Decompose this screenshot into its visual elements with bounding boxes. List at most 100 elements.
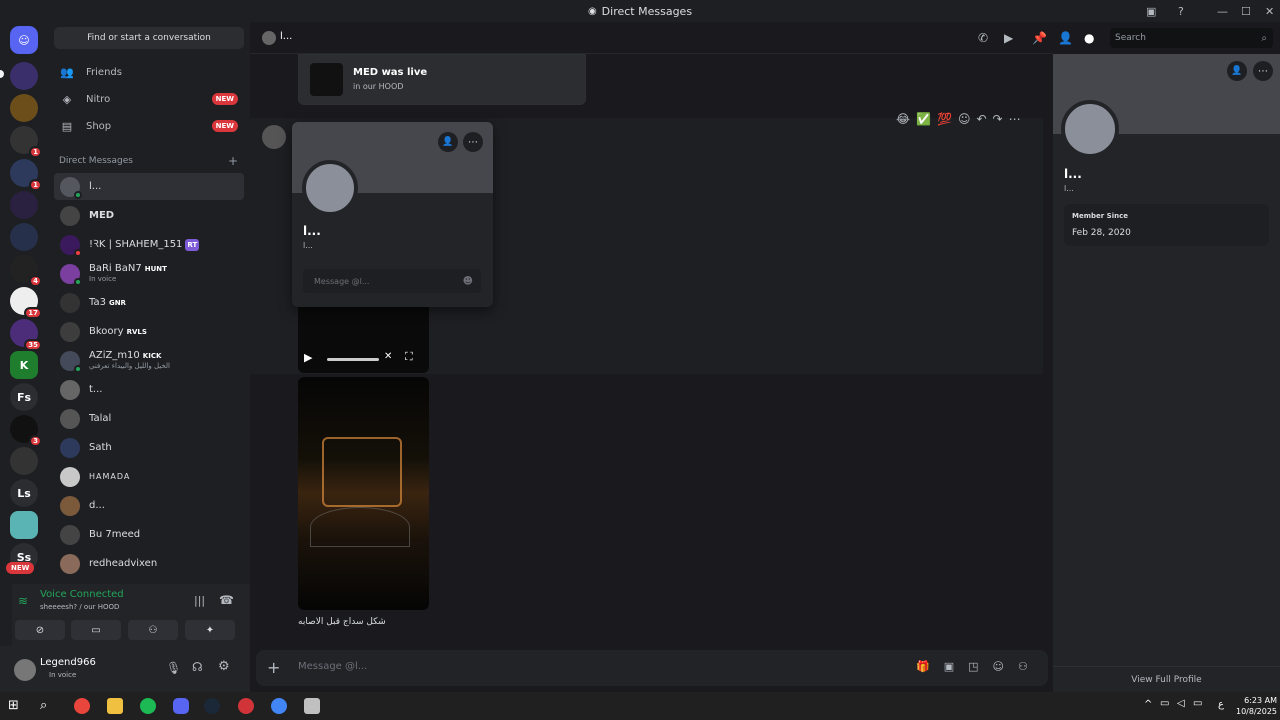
minimize-button[interactable]: — [1217,0,1228,22]
kick-server-icon[interactable]: K [10,351,38,379]
forward-icon[interactable]: ↷ [993,112,1003,126]
nav-shop[interactable]: ▤ Shop NEW [54,114,244,138]
search-input[interactable]: Search ⌕ [1110,28,1273,48]
server-icon[interactable] [10,191,38,219]
server-icon[interactable]: Ls [10,479,38,507]
dm-item[interactable]: t... [54,376,244,403]
seek-bar[interactable] [327,358,379,361]
help-icon[interactable]: ? [1178,0,1184,22]
profile-avatar[interactable] [1061,100,1119,158]
emoji-icon[interactable]: ☻ [463,276,473,287]
create-dm-icon[interactable]: + [228,154,238,168]
popout-message-input[interactable]: Message @l... ☻ [303,269,481,293]
clock[interactable]: 6:23 AM 10/8/2025 [1236,695,1277,717]
screenshare-button[interactable]: ▭ [71,620,121,640]
steam-icon[interactable] [204,698,220,714]
dm-item[interactable]: l... [54,173,244,200]
more-icon[interactable]: ⋯ [463,132,483,152]
volume-icon[interactable]: ◁ [1177,698,1185,709]
message-avatar[interactable] [262,125,286,149]
attach-plus-icon[interactable]: + [267,658,280,677]
dm-item[interactable]: BaRi BaN7 HUNT In voice [54,260,244,287]
image-attachment[interactable] [298,377,429,610]
disconnect-icon[interactable]: ☎ [219,593,234,607]
server-icon[interactable]: 4 [10,255,42,287]
view-full-profile-link[interactable]: View Full Profile [1053,666,1280,692]
gif-icon[interactable]: ▣ [944,660,954,673]
server-icon[interactable] [10,94,38,122]
spotify-icon[interactable] [140,698,156,714]
server-icon[interactable]: 3 [10,415,42,447]
emoji-icon[interactable]: ☺ [993,660,1004,673]
network-icon[interactable]: ▭ [1160,698,1169,709]
video-attachment[interactable]: ▶ ✕ ⛶ [298,307,429,373]
reaction-laugh-icon[interactable]: 😂 [896,112,910,126]
dm-item[interactable]: d... [54,492,244,519]
live-card[interactable]: MED was live in our HOOD [298,54,586,105]
apps-icon[interactable]: ⚇ [1018,660,1028,673]
server-icon[interactable] [10,62,38,90]
server-icon[interactable] [10,447,38,475]
video-call-icon[interactable]: ▶ [1004,31,1013,45]
activity-button[interactable]: ⚇ [128,620,178,640]
dm-item[interactable]: Bkoory RVLS [54,318,244,345]
dm-item[interactable]: Talal [54,405,244,432]
fullscreen-icon[interactable]: ⛶ [405,350,413,364]
server-icon[interactable]: 1 [10,126,42,158]
server-icon[interactable]: 35 [10,319,42,351]
mute-icon[interactable]: ✕ [384,351,392,362]
language-indicator[interactable]: ع [1218,699,1224,710]
add-friend-icon[interactable]: 👤 [1227,61,1247,81]
chrome-icon[interactable] [271,698,287,714]
dm-item[interactable]: MED [54,202,244,229]
sticker-icon[interactable]: ◳ [968,660,978,673]
nav-nitro[interactable]: ◈ Nitro NEW [54,87,244,111]
voice-channel[interactable]: sheeeesh? / our HOOD [40,603,119,611]
file-explorer-icon[interactable] [107,698,123,714]
headphones-icon[interactable]: ☊ [192,660,203,674]
server-icon[interactable] [10,511,38,539]
dm-item[interactable]: HAMADA [54,463,244,490]
header-name[interactable]: l... [280,31,292,42]
noise-suppression-icon[interactable]: ||| [194,594,205,607]
server-icon[interactable]: Fs [10,383,38,411]
settings-gear-icon[interactable]: ⚙ [218,659,230,674]
soundboard-button[interactable]: ✦ [185,620,235,640]
popout-avatar[interactable] [302,160,358,216]
inbox-icon[interactable]: ▣ [1146,0,1156,22]
server-icon[interactable]: 17 [10,287,42,319]
dm-item[interactable]: Bu 7meed [54,521,244,548]
server-icon[interactable]: 1 [10,159,42,191]
server-icon[interactable] [10,223,38,251]
find-conversation-button[interactable]: Find or start a conversation [54,27,244,49]
search-icon[interactable]: ⌕ [40,698,56,714]
user-avatar[interactable] [14,659,36,681]
camera-button[interactable]: ⊘ [15,620,65,640]
reaction-100-icon[interactable]: 💯 [937,112,952,126]
nav-friends[interactable]: 👥 Friends [54,60,244,84]
reply-icon[interactable]: ↶ [976,112,986,126]
home-button[interactable]: ☺ [10,26,38,54]
reaction-check-icon[interactable]: ✅ [916,112,931,126]
more-icon[interactable]: ⋯ [1253,61,1273,81]
dm-item[interactable]: AZiZ_m10 KICK الخيل والليل والبيداء تعرفني [54,347,244,374]
close-button[interactable]: ✕ [1265,0,1274,22]
app-icon[interactable] [304,698,320,714]
dm-item[interactable]: Sath [54,434,244,461]
maximize-button[interactable]: ☐ [1241,0,1251,22]
message-input[interactable]: Message @l... [298,661,367,672]
dm-item[interactable]: !ꝚK | SHAHEM_151 RT [54,231,244,258]
discord-app-icon[interactable] [173,698,189,714]
more-icon[interactable]: ⋯ [1009,112,1021,126]
app-icon[interactable] [238,698,254,714]
play-icon[interactable]: ▶ [304,351,312,364]
add-reaction-icon[interactable]: ☺ [958,112,971,126]
mic-icon[interactable]: 🎙 [166,661,181,675]
add-friend-icon[interactable]: 👤 [438,132,458,152]
tray-chevron-icon[interactable]: ^ [1144,699,1152,710]
add-friends-dm-icon[interactable]: 👤 [1058,31,1073,45]
pinned-icon[interactable]: 📌 [1032,31,1047,45]
chrome-icon[interactable] [74,698,90,714]
dm-item[interactable]: Ta3 GNR [54,289,244,316]
user-profile-toggle-icon[interactable]: ● [1084,31,1094,45]
